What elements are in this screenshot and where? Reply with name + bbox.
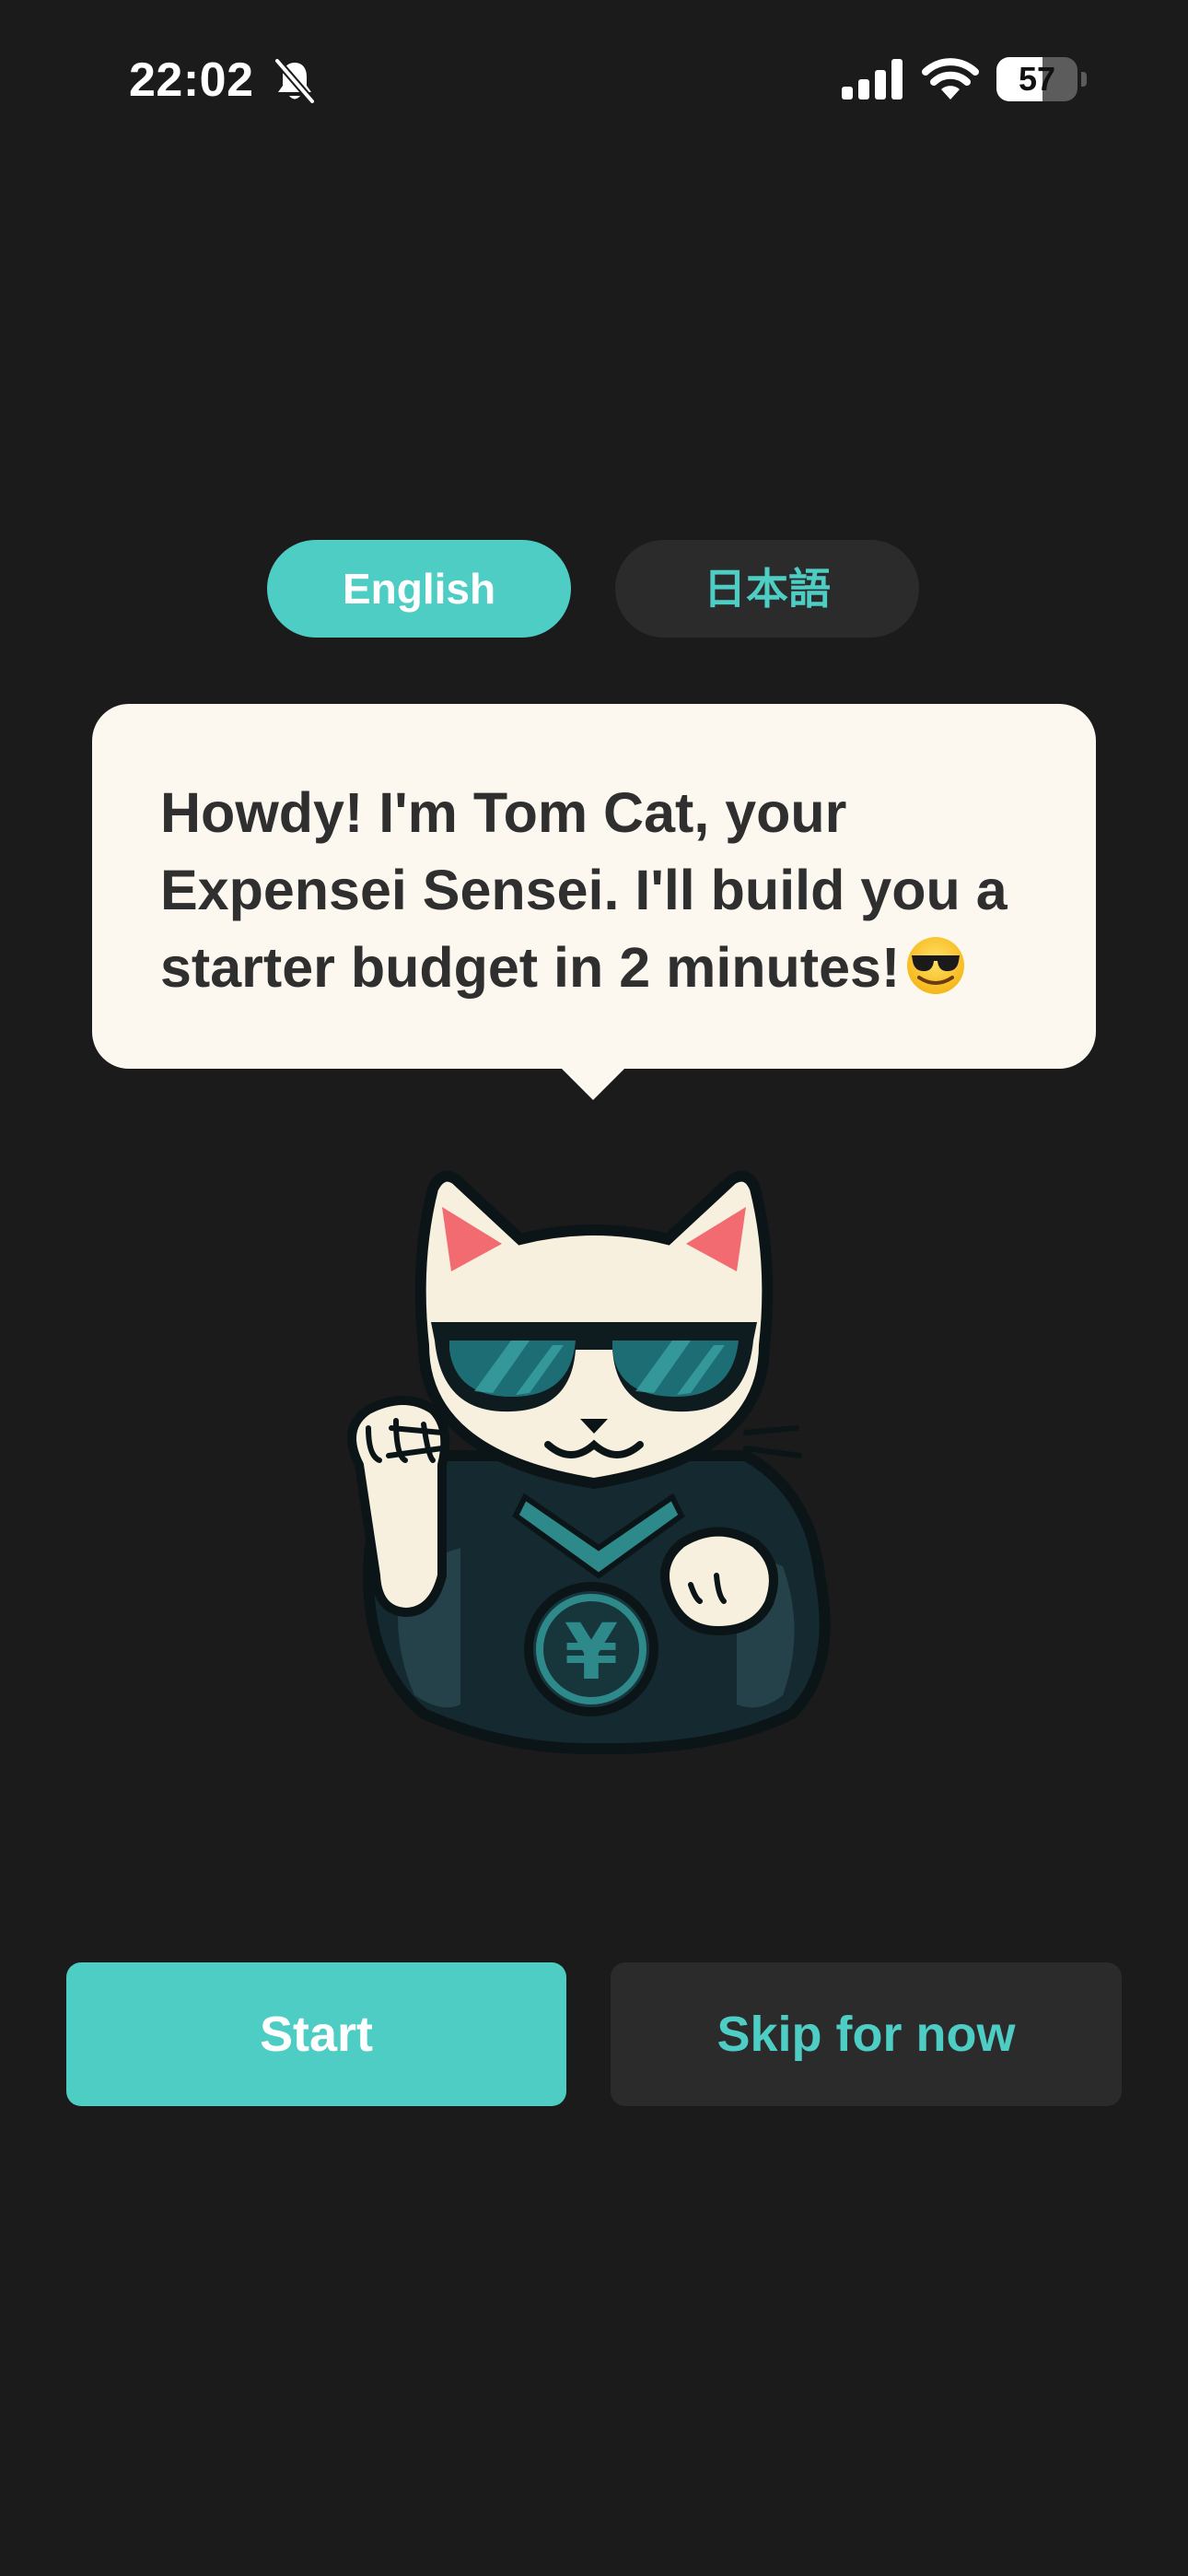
battery-percent: 57 <box>1018 60 1056 98</box>
language-option-english[interactable]: English <box>267 540 571 638</box>
speech-bubble: Howdy! I'm Tom Cat, your Expensei Sensei… <box>92 704 1096 1069</box>
skip-for-now-button[interactable]: Skip for now <box>611 1962 1122 2106</box>
smiling-face-with-sunglasses-icon <box>907 937 965 994</box>
battery-icon: 57 <box>996 57 1087 101</box>
medallion-yen-symbol: ¥ <box>565 1607 618 1697</box>
speech-bubble-message: Howdy! I'm Tom Cat, your Expensei Sensei… <box>160 781 1007 999</box>
wifi-icon <box>922 58 979 100</box>
maneki-neko-cat-sunglasses-yen-icon: ¥ <box>347 1170 831 1755</box>
bell-slash-icon <box>274 58 316 104</box>
start-button[interactable]: Start <box>66 1962 566 2106</box>
status-bar: 22:02 57 <box>0 0 1188 157</box>
language-toggle: English 日本語 <box>267 540 921 638</box>
speech-bubble-text: Howdy! I'm Tom Cat, your Expensei Sensei… <box>160 774 1044 1006</box>
language-option-japanese[interactable]: 日本語 <box>615 540 919 638</box>
status-time: 22:02 <box>129 53 254 107</box>
cellular-signal-icon <box>842 59 903 100</box>
speech-bubble-tail <box>560 1067 626 1100</box>
